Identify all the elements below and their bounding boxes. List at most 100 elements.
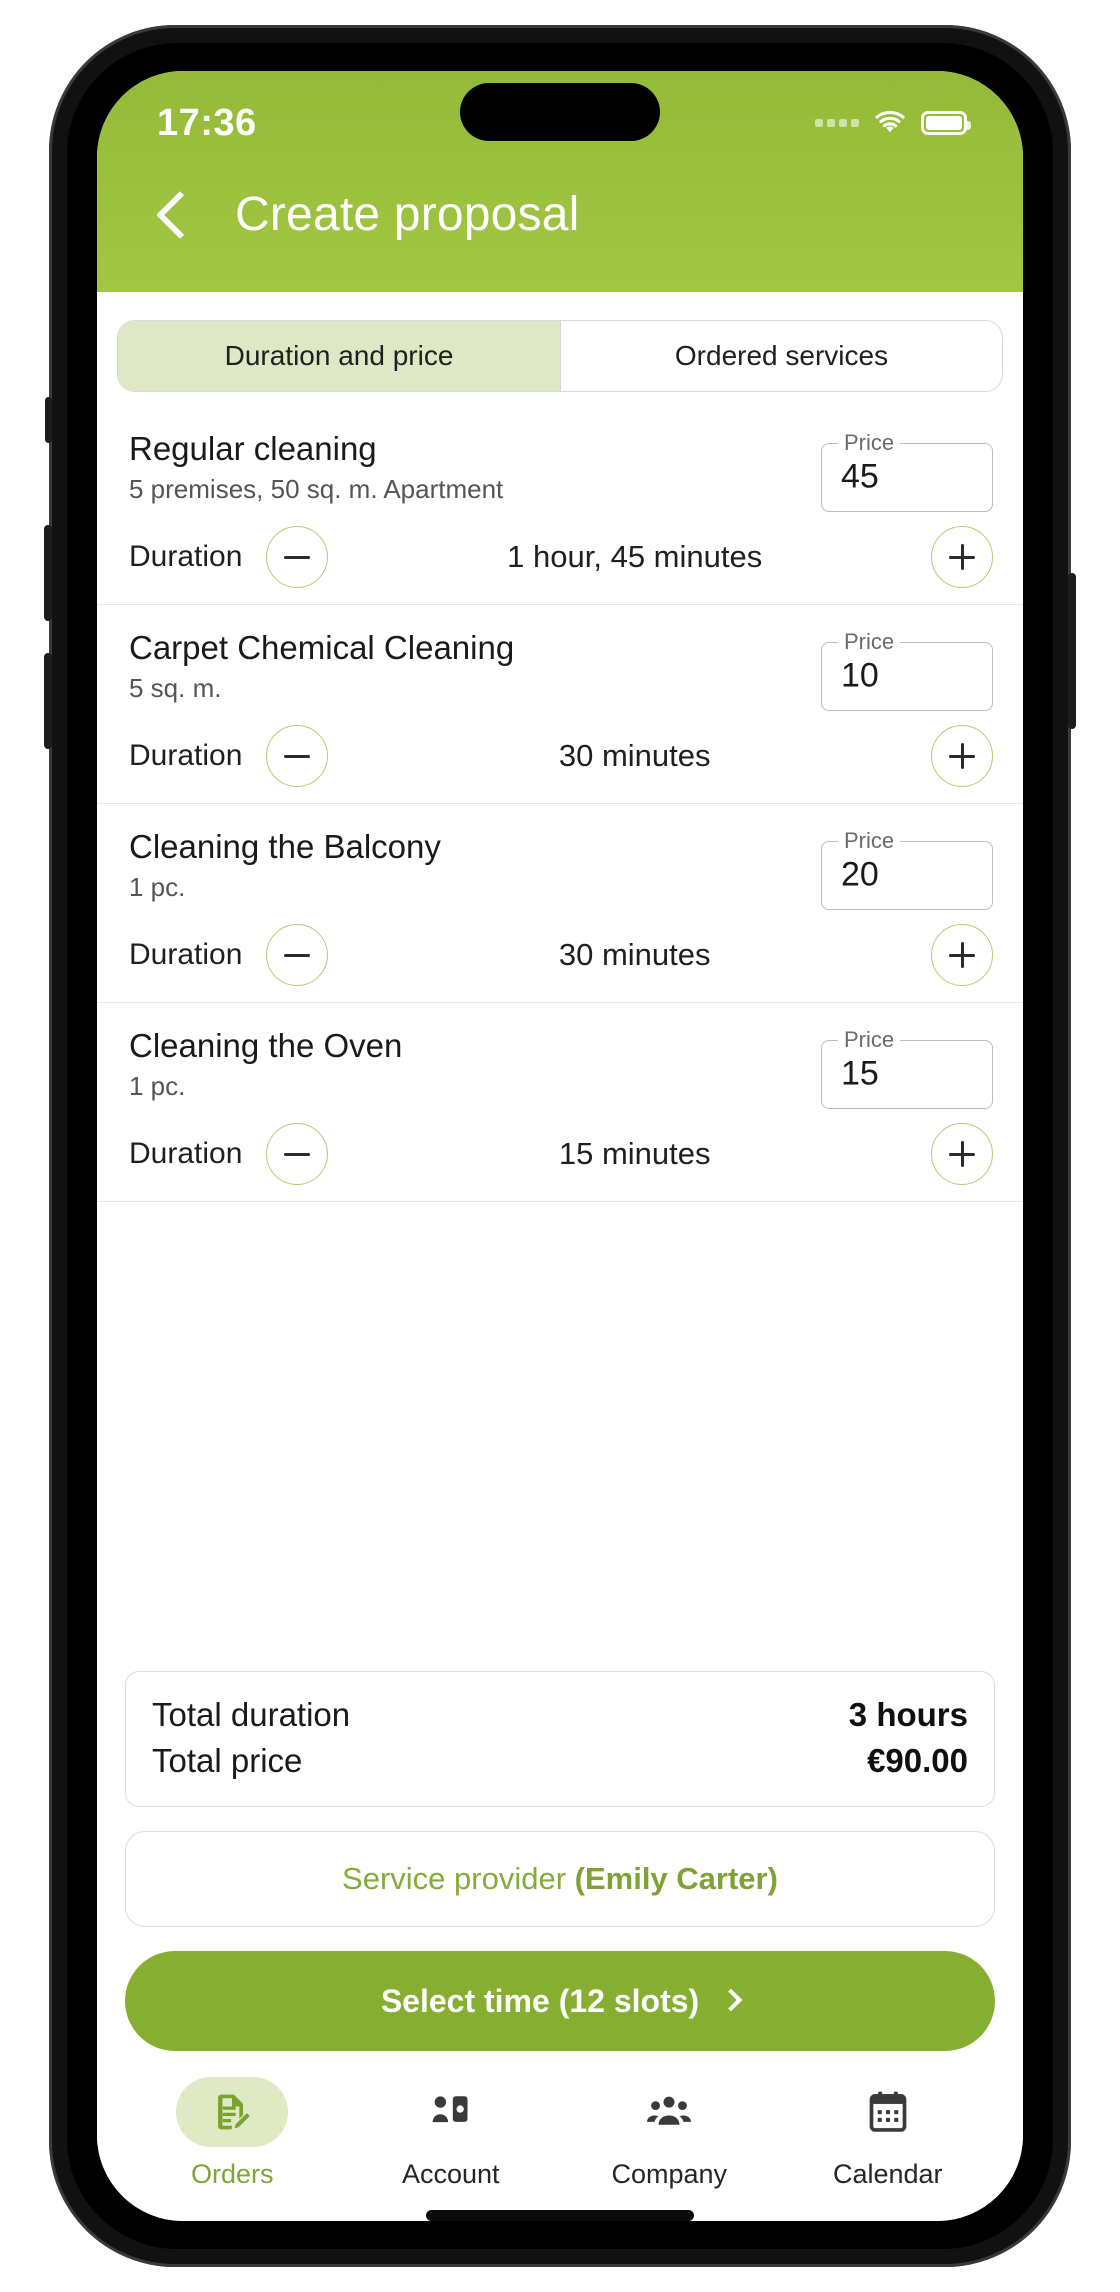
duration-decrement-button[interactable] xyxy=(266,526,329,588)
duration-increment-button[interactable] xyxy=(931,1123,993,1185)
page-title: Create proposal xyxy=(235,188,580,241)
status-time: 17:36 xyxy=(157,101,257,144)
duration-stepper: Duration 30 minutes xyxy=(119,725,1001,787)
price-input[interactable]: Price 15 xyxy=(821,1027,993,1109)
price-value: 10 xyxy=(841,656,879,695)
duration-label: Duration xyxy=(129,1137,243,1170)
power-button[interactable] xyxy=(1068,573,1076,729)
service-name: Regular cleaning xyxy=(129,430,377,467)
calendar-icon xyxy=(869,2091,907,2132)
bottom-nav-label-company: Company xyxy=(611,2159,728,2189)
service-provider-name: (Emily Carter) xyxy=(574,1861,778,1896)
bottom-nav-label-calendar: Calendar xyxy=(832,2159,943,2189)
volume-down-button[interactable] xyxy=(44,653,52,749)
silent-switch[interactable] xyxy=(45,397,52,443)
duration-stepper: Duration 1 hour, 45 minutes xyxy=(119,526,1001,588)
app-header: 17:36 Create proposal xyxy=(97,71,1023,292)
duration-label: Duration xyxy=(129,938,243,971)
status-icons xyxy=(815,110,971,136)
bottom-nav-label-orders: Orders xyxy=(190,2159,274,2189)
orders-icon-pill xyxy=(176,2077,289,2147)
duration-stepper: Duration 15 minutes xyxy=(119,1123,1001,1185)
status-bar: 17:36 xyxy=(97,71,1023,175)
service-name: Carpet Chemical Cleaning xyxy=(129,629,515,666)
duration-increment-button[interactable] xyxy=(931,725,993,787)
duration-label: Duration xyxy=(129,540,243,573)
price-label: Price xyxy=(844,828,895,853)
service-header: Cleaning the Oven 1 pc. Price 15 xyxy=(119,1021,1001,1109)
duration-decrement-button[interactable] xyxy=(266,924,329,986)
calendar-icon-pill xyxy=(832,2077,944,2147)
back-chevron-icon[interactable] xyxy=(155,190,205,239)
service-subtitle: 5 premises, 50 sq. m. Apartment xyxy=(129,473,504,504)
duration-value: 30 minutes xyxy=(558,738,711,773)
service-name: Cleaning the Balcony xyxy=(129,828,441,865)
minus-icon xyxy=(284,1152,311,1156)
bottom-nav-item-orders[interactable]: Orders xyxy=(123,2077,342,2190)
plus-icon-vertical xyxy=(960,1141,964,1167)
home-indicator[interactable] xyxy=(426,2210,694,2221)
bottom-nav-item-calendar[interactable]: Calendar xyxy=(779,2077,998,2190)
duration-increment-button[interactable] xyxy=(931,924,993,986)
plus-icon-vertical xyxy=(960,743,964,769)
segmented-control-wrapper: Duration and price Ordered services xyxy=(97,292,1023,406)
dynamic-island xyxy=(460,83,660,141)
bottom-nav-item-company[interactable]: Company xyxy=(560,2077,779,2190)
service-name: Cleaning the Oven xyxy=(129,1027,403,1064)
totals-card: Total duration 3 hours Total price €90.0… xyxy=(125,1671,995,1807)
bottom-navigation: Orders Account Company Calendar xyxy=(97,2051,1023,2200)
total-price-label: Total price xyxy=(152,1742,303,1779)
price-input[interactable]: Price 10 xyxy=(821,629,993,711)
price-value: 20 xyxy=(841,855,879,894)
service-provider-label: Service provider (Emily Carter) xyxy=(342,1861,778,1897)
service-info: Carpet Chemical Cleaning 5 sq. m. xyxy=(119,623,821,704)
service-row: Cleaning the Oven 1 pc. Price 15 Duratio… xyxy=(97,1002,1023,1201)
total-duration-value: 3 hours xyxy=(848,1696,968,1733)
price-label: Price xyxy=(844,629,895,654)
service-header: Carpet Chemical Cleaning 5 sq. m. Price … xyxy=(119,623,1001,711)
price-label: Price xyxy=(844,430,895,455)
tab-duration-and-price[interactable]: Duration and price xyxy=(118,321,560,391)
screenshot-stage: 17:36 Create proposal Duration and price… xyxy=(0,0,1120,2292)
plus-icon-vertical xyxy=(960,544,964,570)
chevron-right-icon xyxy=(719,1988,743,2012)
price-label: Price xyxy=(844,1027,895,1052)
flexible-spacer xyxy=(97,1202,1023,1671)
price-input[interactable]: Price 20 xyxy=(821,828,993,910)
duration-decrement-button[interactable] xyxy=(266,1123,329,1185)
volume-up-button[interactable] xyxy=(44,525,52,621)
person-card-icon xyxy=(432,2096,468,2123)
duration-label: Duration xyxy=(129,739,243,772)
service-info: Cleaning the Oven 1 pc. xyxy=(119,1021,821,1102)
duration-value: 1 hour, 45 minutes xyxy=(507,539,763,574)
service-provider-prefix: Service provider xyxy=(342,1861,575,1896)
price-value: 45 xyxy=(841,457,879,496)
total-price-value: €90.00 xyxy=(867,1742,968,1779)
total-price-row: Total price €90.00 xyxy=(152,1738,968,1784)
document-edit-icon xyxy=(218,2094,251,2130)
minus-icon xyxy=(284,754,311,758)
navigation-bar: Create proposal xyxy=(97,175,1023,282)
account-icon-pill xyxy=(395,2077,507,2147)
service-row: Regular cleaning 5 premises, 50 sq. m. A… xyxy=(97,406,1023,604)
minus-icon xyxy=(284,555,311,559)
phone-screen: 17:36 Create proposal Duration and price… xyxy=(97,71,1023,2221)
segmented-control: Duration and price Ordered services xyxy=(117,320,1003,392)
service-subtitle: 5 sq. m. xyxy=(129,672,222,703)
total-duration-row: Total duration 3 hours xyxy=(152,1692,968,1738)
duration-stepper: Duration 30 minutes xyxy=(119,924,1001,986)
duration-decrement-button[interactable] xyxy=(266,725,329,787)
tab-ordered-services[interactable]: Ordered services xyxy=(560,321,1002,391)
select-time-button[interactable]: Select time (12 slots) xyxy=(125,1951,995,2051)
bottom-nav-item-account[interactable]: Account xyxy=(342,2077,561,2190)
service-provider-button[interactable]: Service provider (Emily Carter) xyxy=(125,1831,995,1927)
duration-increment-button[interactable] xyxy=(931,526,993,588)
total-duration-label: Total duration xyxy=(152,1696,351,1733)
service-row: Cleaning the Balcony 1 pc. Price 20 Dura… xyxy=(97,803,1023,1002)
people-group-icon xyxy=(647,2096,692,2125)
bottom-nav-label-account: Account xyxy=(401,2159,500,2189)
service-row: Carpet Chemical Cleaning 5 sq. m. Price … xyxy=(97,604,1023,803)
service-subtitle: 1 pc. xyxy=(129,871,186,902)
content-area: Duration and price Ordered services Regu… xyxy=(97,292,1023,2221)
price-input[interactable]: Price 45 xyxy=(821,430,993,512)
